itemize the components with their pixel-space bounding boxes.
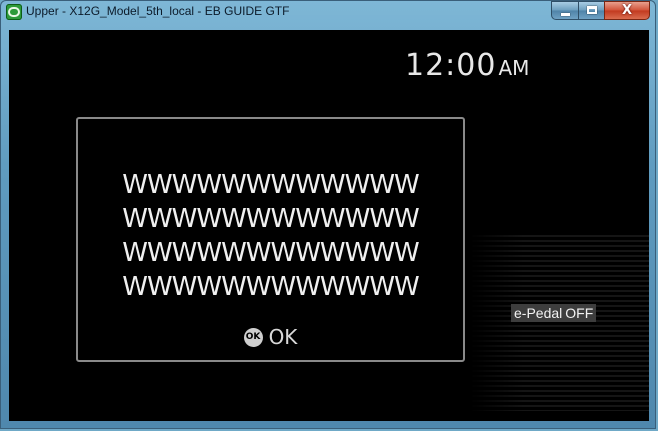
epedal-label: e-Pedal	[514, 305, 563, 321]
title-bar[interactable]: Upper - X12G_Model_5th_local - EB GUIDE …	[1, 1, 655, 23]
close-icon: X	[621, 3, 633, 18]
ok-label: OK	[268, 325, 298, 349]
epedal-status-badge: e-Pedal OFF	[511, 304, 597, 322]
epedal-state: OFF	[565, 305, 594, 321]
maximize-button[interactable]	[578, 1, 604, 20]
close-button[interactable]: X	[604, 1, 650, 20]
minimize-button[interactable]	[551, 1, 578, 20]
decorative-stripes	[469, 235, 649, 411]
message-line: WWWWWWWWWWWW	[122, 204, 420, 234]
message-line: WWWWWWWWWWWW	[122, 170, 420, 200]
dialog-message: WWWWWWWWWWWW WWWWWWWWWWWW WWWWWWWWWWWW W…	[78, 168, 463, 304]
clock-ampm: AM	[498, 56, 530, 80]
window-controls: X	[551, 1, 650, 21]
app-window: Upper - X12G_Model_5th_local - EB GUIDE …	[0, 0, 656, 429]
minimize-icon	[561, 13, 570, 16]
message-dialog: WWWWWWWWWWWW WWWWWWWWWWWW WWWWWWWWWWWW W…	[76, 117, 465, 362]
message-line: WWWWWWWWWWWW	[122, 272, 420, 302]
eb-guide-app-icon[interactable]	[6, 4, 22, 20]
window-title: Upper - X12G_Model_5th_local - EB GUIDE …	[26, 4, 290, 18]
ok-button[interactable]: OK OK	[78, 325, 463, 349]
maximize-icon	[587, 6, 597, 14]
clock-time: 12:00	[405, 48, 497, 83]
hmi-screen: 12:00 AM WWWWWWWWWWWW WWWWWWWWWWWW WWWWWW…	[9, 30, 649, 421]
clock: 12:00 AM	[405, 48, 529, 83]
message-line: WWWWWWWWWWWW	[122, 238, 420, 268]
ok-icon: OK	[243, 327, 263, 347]
